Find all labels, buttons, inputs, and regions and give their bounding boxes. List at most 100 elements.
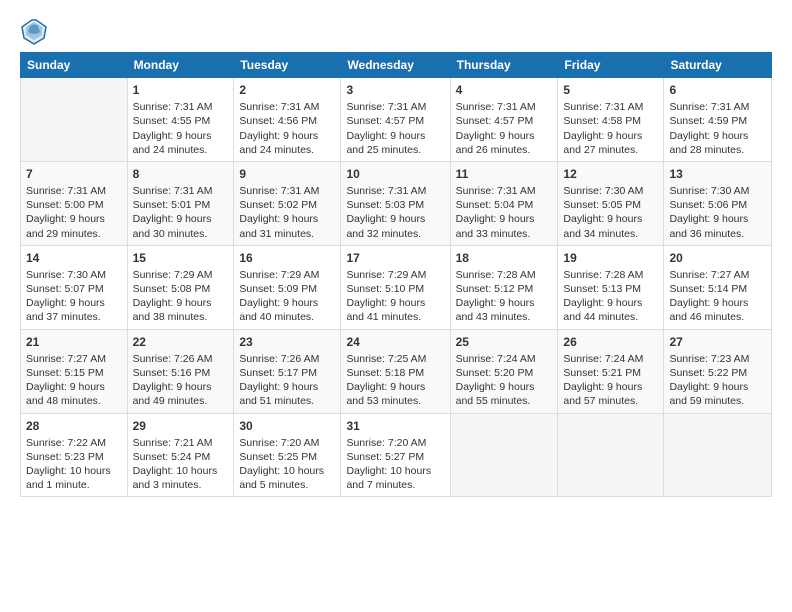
day-info: Sunrise: 7:30 AMSunset: 5:07 PMDaylight:…	[26, 268, 122, 325]
weekday-header-monday: Monday	[127, 53, 234, 78]
calendar-cell: 23 Sunrise: 7:26 AMSunset: 5:17 PMDayligh…	[234, 329, 341, 413]
day-info: Sunrise: 7:20 AMSunset: 5:25 PMDaylight:…	[239, 436, 335, 493]
calendar-cell	[664, 413, 772, 497]
calendar-cell: 30 Sunrise: 7:20 AMSunset: 5:25 PMDayligh…	[234, 413, 341, 497]
day-info: Sunrise: 7:31 AMSunset: 4:59 PMDaylight:…	[669, 100, 766, 157]
calendar-cell: 6 Sunrise: 7:31 AMSunset: 4:59 PMDaylight…	[664, 78, 772, 162]
day-info: Sunrise: 7:31 AMSunset: 5:03 PMDaylight:…	[346, 184, 444, 241]
calendar-cell	[450, 413, 558, 497]
calendar-cell: 2 Sunrise: 7:31 AMSunset: 4:56 PMDaylight…	[234, 78, 341, 162]
day-info: Sunrise: 7:26 AMSunset: 5:17 PMDaylight:…	[239, 352, 335, 409]
day-number: 24	[346, 334, 444, 350]
day-info: Sunrise: 7:31 AMSunset: 5:00 PMDaylight:…	[26, 184, 122, 241]
day-number: 22	[133, 334, 229, 350]
day-info: Sunrise: 7:24 AMSunset: 5:20 PMDaylight:…	[456, 352, 553, 409]
day-number: 21	[26, 334, 122, 350]
day-number: 5	[563, 82, 658, 98]
day-info: Sunrise: 7:29 AMSunset: 5:08 PMDaylight:…	[133, 268, 229, 325]
day-info: Sunrise: 7:28 AMSunset: 5:12 PMDaylight:…	[456, 268, 553, 325]
calendar-cell: 18 Sunrise: 7:28 AMSunset: 5:12 PMDayligh…	[450, 245, 558, 329]
day-info: Sunrise: 7:30 AMSunset: 5:05 PMDaylight:…	[563, 184, 658, 241]
calendar-cell: 4 Sunrise: 7:31 AMSunset: 4:57 PMDaylight…	[450, 78, 558, 162]
day-info: Sunrise: 7:31 AMSunset: 4:57 PMDaylight:…	[456, 100, 553, 157]
calendar-cell: 5 Sunrise: 7:31 AMSunset: 4:58 PMDaylight…	[558, 78, 664, 162]
day-number: 29	[133, 418, 229, 434]
day-number: 3	[346, 82, 444, 98]
calendar-week-row: 21Sunrise: 7:27 AMSunset: 5:15 PMDayligh…	[21, 329, 772, 413]
calendar-cell: 7 Sunrise: 7:31 AMSunset: 5:00 PMDaylight…	[21, 161, 128, 245]
day-number: 31	[346, 418, 444, 434]
header	[20, 18, 772, 46]
calendar-cell: 27Sunrise: 7:23 AMSunset: 5:22 PMDayligh…	[664, 329, 772, 413]
day-number: 12	[563, 166, 658, 182]
day-number: 15	[133, 250, 229, 266]
day-number: 17	[346, 250, 444, 266]
day-number: 1	[133, 82, 229, 98]
calendar-cell	[21, 78, 128, 162]
day-number: 6	[669, 82, 766, 98]
day-number: 13	[669, 166, 766, 182]
day-info: Sunrise: 7:29 AMSunset: 5:10 PMDaylight:…	[346, 268, 444, 325]
calendar-cell	[558, 413, 664, 497]
day-number: 7	[26, 166, 122, 182]
day-number: 4	[456, 82, 553, 98]
day-info: Sunrise: 7:28 AMSunset: 5:13 PMDaylight:…	[563, 268, 658, 325]
day-number: 8	[133, 166, 229, 182]
weekday-header-thursday: Thursday	[450, 53, 558, 78]
day-number: 28	[26, 418, 122, 434]
day-number: 30	[239, 418, 335, 434]
day-info: Sunrise: 7:26 AMSunset: 5:16 PMDaylight:…	[133, 352, 229, 409]
calendar-week-row: 28 Sunrise: 7:22 AMSunset: 5:23 PMDayligh…	[21, 413, 772, 497]
calendar-cell: 25Sunrise: 7:24 AMSunset: 5:20 PMDayligh…	[450, 329, 558, 413]
day-info: Sunrise: 7:31 AMSunset: 5:01 PMDaylight:…	[133, 184, 229, 241]
weekday-header-tuesday: Tuesday	[234, 53, 341, 78]
weekday-header-row: SundayMondayTuesdayWednesdayThursdayFrid…	[21, 53, 772, 78]
calendar-cell: 24 Sunrise: 7:25 AMSunset: 5:18 PMDayligh…	[341, 329, 450, 413]
calendar-cell: 10 Sunrise: 7:31 AMSunset: 5:03 PMDayligh…	[341, 161, 450, 245]
day-number: 10	[346, 166, 444, 182]
day-info: Sunrise: 7:30 AMSunset: 5:06 PMDaylight:…	[669, 184, 766, 241]
day-info: Sunrise: 7:25 AMSunset: 5:18 PMDaylight:…	[346, 352, 444, 409]
weekday-header-friday: Friday	[558, 53, 664, 78]
calendar-cell: 20 Sunrise: 7:27 AMSunset: 5:14 PMDayligh…	[664, 245, 772, 329]
day-number: 26	[563, 334, 658, 350]
day-info: Sunrise: 7:31 AMSunset: 5:04 PMDaylight:…	[456, 184, 553, 241]
calendar-week-row: 1 Sunrise: 7:31 AMSunset: 4:55 PMDaylight…	[21, 78, 772, 162]
day-info: Sunrise: 7:31 AMSunset: 4:58 PMDaylight:…	[563, 100, 658, 157]
day-info: Sunrise: 7:24 AMSunset: 5:21 PMDaylight:…	[563, 352, 658, 409]
day-info: Sunrise: 7:21 AMSunset: 5:24 PMDaylight:…	[133, 436, 229, 493]
day-number: 14	[26, 250, 122, 266]
weekday-header-saturday: Saturday	[664, 53, 772, 78]
logo-area	[20, 18, 52, 46]
day-number: 19	[563, 250, 658, 266]
day-number: 23	[239, 334, 335, 350]
day-number: 11	[456, 166, 553, 182]
calendar-cell: 17 Sunrise: 7:29 AMSunset: 5:10 PMDayligh…	[341, 245, 450, 329]
calendar-cell: 28 Sunrise: 7:22 AMSunset: 5:23 PMDayligh…	[21, 413, 128, 497]
calendar-cell: 1 Sunrise: 7:31 AMSunset: 4:55 PMDaylight…	[127, 78, 234, 162]
calendar-cell: 8 Sunrise: 7:31 AMSunset: 5:01 PMDaylight…	[127, 161, 234, 245]
day-number: 9	[239, 166, 335, 182]
calendar-cell: 26 Sunrise: 7:24 AMSunset: 5:21 PMDayligh…	[558, 329, 664, 413]
calendar-cell: 22 Sunrise: 7:26 AMSunset: 5:16 PMDayligh…	[127, 329, 234, 413]
calendar-cell: 19 Sunrise: 7:28 AMSunset: 5:13 PMDayligh…	[558, 245, 664, 329]
day-info: Sunrise: 7:31 AMSunset: 4:56 PMDaylight:…	[239, 100, 335, 157]
calendar-cell: 21Sunrise: 7:27 AMSunset: 5:15 PMDayligh…	[21, 329, 128, 413]
day-info: Sunrise: 7:20 AMSunset: 5:27 PMDaylight:…	[346, 436, 444, 493]
calendar-week-row: 7 Sunrise: 7:31 AMSunset: 5:00 PMDaylight…	[21, 161, 772, 245]
day-number: 2	[239, 82, 335, 98]
day-info: Sunrise: 7:31 AMSunset: 5:02 PMDaylight:…	[239, 184, 335, 241]
calendar-week-row: 14 Sunrise: 7:30 AMSunset: 5:07 PMDayligh…	[21, 245, 772, 329]
calendar-cell: 14 Sunrise: 7:30 AMSunset: 5:07 PMDayligh…	[21, 245, 128, 329]
calendar-cell: 15 Sunrise: 7:29 AMSunset: 5:08 PMDayligh…	[127, 245, 234, 329]
calendar-cell: 11 Sunrise: 7:31 AMSunset: 5:04 PMDayligh…	[450, 161, 558, 245]
calendar-cell: 3 Sunrise: 7:31 AMSunset: 4:57 PMDaylight…	[341, 78, 450, 162]
day-info: Sunrise: 7:27 AMSunset: 5:14 PMDaylight:…	[669, 268, 766, 325]
calendar-cell: 31 Sunrise: 7:20 AMSunset: 5:27 PMDayligh…	[341, 413, 450, 497]
calendar-cell: 16Sunrise: 7:29 AMSunset: 5:09 PMDayligh…	[234, 245, 341, 329]
day-number: 20	[669, 250, 766, 266]
day-info: Sunrise: 7:22 AMSunset: 5:23 PMDaylight:…	[26, 436, 122, 493]
day-number: 18	[456, 250, 553, 266]
day-info: Sunrise: 7:31 AMSunset: 4:57 PMDaylight:…	[346, 100, 444, 157]
day-info: Sunrise: 7:31 AMSunset: 4:55 PMDaylight:…	[133, 100, 229, 157]
